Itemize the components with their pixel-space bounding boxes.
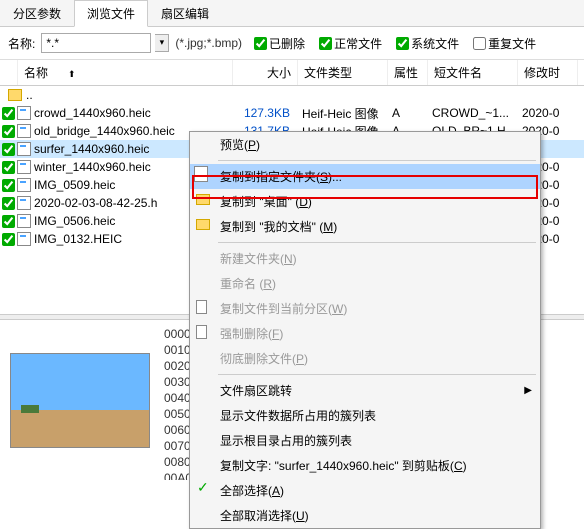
menu-item[interactable]: 复制文字: "surfer_1440x960.heic" 到剪贴板(C) bbox=[190, 453, 540, 478]
col-size[interactable]: 大小 bbox=[233, 60, 298, 85]
file-mod: 2020-0 bbox=[516, 106, 576, 120]
menu-label: 复制到 "我的文档" (M) bbox=[220, 218, 337, 235]
menu-label: 预览(P) bbox=[220, 136, 260, 153]
paper-icon bbox=[196, 300, 207, 314]
filter-input[interactable] bbox=[41, 33, 151, 53]
file-checkbox[interactable] bbox=[2, 161, 15, 174]
menu-item: 新建文件夹(N) bbox=[190, 246, 540, 271]
col-type[interactable]: 文件类型 bbox=[298, 60, 388, 85]
menu-item[interactable]: 全部取消选择(U) bbox=[190, 503, 540, 528]
preview-pane bbox=[0, 320, 160, 480]
menu-separator bbox=[218, 160, 536, 161]
file-icon bbox=[17, 214, 31, 228]
menu-label: 全部选择(A) bbox=[220, 482, 284, 499]
menu-label: 复制文件到当前分区(W) bbox=[220, 300, 347, 317]
menu-item[interactable]: 复制到指定文件夹(S)... bbox=[190, 164, 540, 189]
file-checkbox[interactable] bbox=[2, 215, 15, 228]
col-name[interactable]: 名称⬆ bbox=[18, 60, 233, 85]
file-icon bbox=[17, 124, 31, 138]
menu-item: 复制文件到当前分区(W) bbox=[190, 296, 540, 321]
chk-duplicate[interactable]: 重复文件 bbox=[473, 35, 536, 52]
col-mod[interactable]: 修改时 bbox=[518, 60, 578, 85]
sort-arrow-icon: ⬆ bbox=[68, 69, 76, 79]
menu-label: 复制到指定文件夹(S)... bbox=[220, 168, 342, 185]
menu-item: 彻底删除文件(P) bbox=[190, 346, 540, 371]
context-menu: 预览(P) 复制到指定文件夹(S)... 复制到 "桌面" (D) 复制到 "我的文档… bbox=[189, 131, 541, 529]
paper-icon bbox=[196, 325, 207, 339]
menu-item[interactable]: 复制到 "我的文档" (M) bbox=[190, 214, 540, 239]
column-headers: 名称⬆ 大小 文件类型 属性 短文件名 修改时 bbox=[0, 60, 584, 86]
menu-item[interactable]: 预览(P) bbox=[190, 132, 540, 157]
menu-item[interactable]: 显示文件数据所占用的簇列表 bbox=[190, 403, 540, 428]
col-short[interactable]: 短文件名 bbox=[428, 60, 518, 85]
file-checkbox[interactable] bbox=[2, 143, 15, 156]
menu-label: 复制到 "桌面" (D) bbox=[220, 193, 312, 210]
tab-bar: 分区参数 浏览文件 扇区编辑 bbox=[0, 0, 584, 27]
file-icon bbox=[17, 106, 31, 120]
check-icon: ✓ bbox=[197, 479, 213, 495]
file-name: crowd_1440x960.heic bbox=[34, 106, 231, 120]
chk-normal[interactable]: 正常文件 bbox=[319, 35, 382, 52]
file-icon bbox=[17, 232, 31, 246]
filter-dropdown[interactable]: ▾ bbox=[155, 34, 169, 52]
file-icon bbox=[17, 196, 31, 210]
tab-sector-edit[interactable]: 扇区编辑 bbox=[148, 0, 222, 26]
parent-folder-row[interactable]: .. bbox=[0, 86, 584, 104]
filter-bar: 名称: ▾ (*.jpg;*.bmp) 已删除 正常文件 系统文件 重复文件 bbox=[0, 27, 584, 60]
menu-label: 显示文件数据所占用的簇列表 bbox=[220, 407, 376, 424]
menu-item[interactable]: 文件扇区跳转 ▶ bbox=[190, 378, 540, 403]
tab-partition-params[interactable]: 分区参数 bbox=[0, 0, 74, 26]
file-checkbox[interactable] bbox=[2, 107, 15, 120]
file-icon bbox=[17, 178, 31, 192]
menu-label: 彻底删除文件(P) bbox=[220, 350, 308, 367]
file-checkbox[interactable] bbox=[2, 125, 15, 138]
chk-deleted[interactable]: 已删除 bbox=[254, 35, 305, 52]
file-icon bbox=[17, 160, 31, 174]
menu-item: 强制删除(F) bbox=[190, 321, 540, 346]
menu-label: 新建文件夹(N) bbox=[220, 250, 297, 267]
folder-icon bbox=[196, 219, 210, 230]
file-size: 127.3KB bbox=[231, 106, 296, 120]
file-type: Heif-Heic 图像 bbox=[296, 105, 386, 122]
menu-item[interactable]: 复制到 "桌面" (D) bbox=[190, 189, 540, 214]
folder-icon bbox=[8, 89, 22, 101]
menu-label: 复制文字: "surfer_1440x960.heic" 到剪贴板(C) bbox=[220, 457, 467, 474]
menu-item[interactable]: 显示根目录占用的簇列表 bbox=[190, 428, 540, 453]
preview-image bbox=[10, 353, 150, 448]
chk-system[interactable]: 系统文件 bbox=[396, 35, 459, 52]
menu-label: 重命名 (R) bbox=[220, 275, 276, 292]
copy-icon bbox=[196, 168, 208, 182]
file-short: CROWD_~1... bbox=[426, 106, 516, 120]
file-checkbox[interactable] bbox=[2, 197, 15, 210]
menu-separator bbox=[218, 242, 536, 243]
tab-browse-files[interactable]: 浏览文件 bbox=[74, 0, 148, 27]
file-icon bbox=[17, 142, 31, 156]
menu-item: 重命名 (R) bbox=[190, 271, 540, 296]
filter-label: 名称: bbox=[8, 35, 35, 52]
menu-label: 显示根目录占用的簇列表 bbox=[220, 432, 352, 449]
file-checkbox[interactable] bbox=[2, 233, 15, 246]
menu-item[interactable]: ✓ 全部选择(A) bbox=[190, 478, 540, 503]
file-checkbox[interactable] bbox=[2, 179, 15, 192]
folder-icon bbox=[196, 194, 210, 205]
file-row[interactable]: crowd_1440x960.heic127.3KBHeif-Heic 图像AC… bbox=[0, 104, 584, 122]
menu-label: 文件扇区跳转 bbox=[220, 382, 292, 399]
menu-separator bbox=[218, 374, 536, 375]
submenu-arrow-icon: ▶ bbox=[524, 385, 532, 396]
filter-ext: (*.jpg;*.bmp) bbox=[175, 36, 242, 50]
parent-dots: .. bbox=[26, 88, 33, 102]
col-attr[interactable]: 属性 bbox=[388, 60, 428, 85]
menu-label: 强制删除(F) bbox=[220, 325, 283, 342]
file-attr: A bbox=[386, 106, 426, 120]
